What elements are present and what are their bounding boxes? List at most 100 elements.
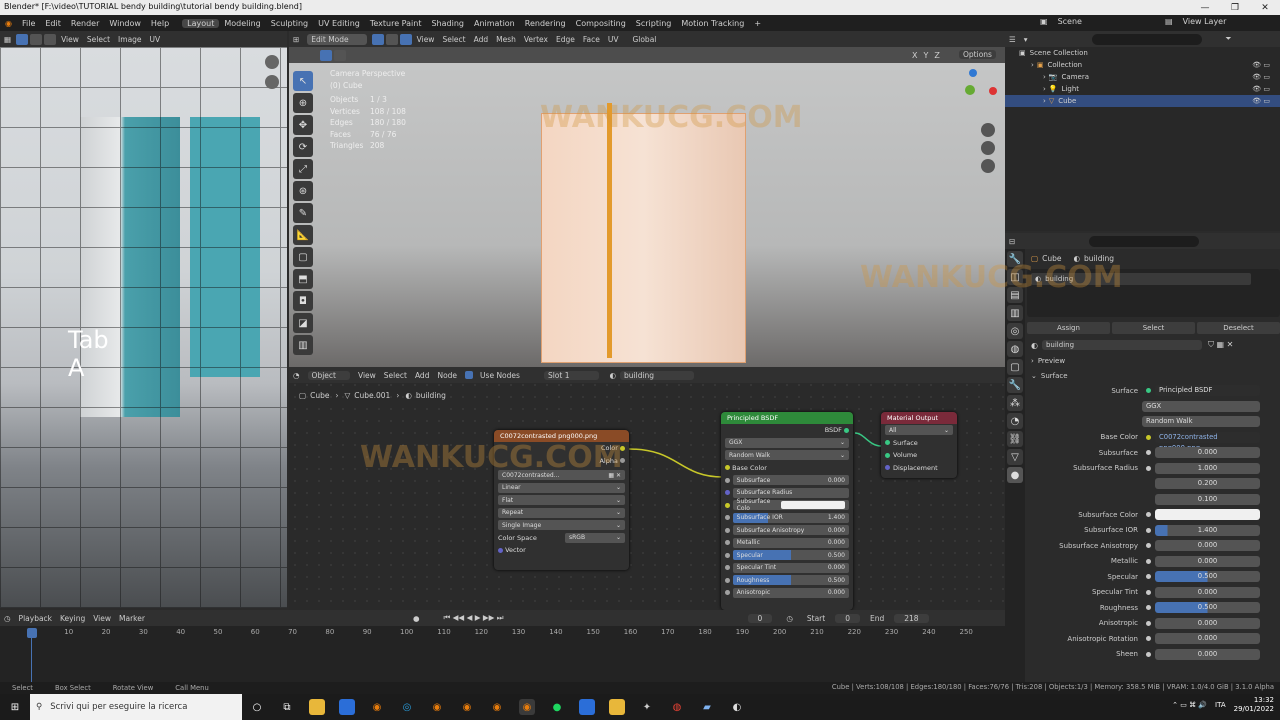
property-value-field[interactable]: 1.000 (1155, 462, 1260, 474)
fake-user-icon[interactable]: ⛉ ▦ ✕ (1208, 340, 1233, 350)
base-color-texture-link[interactable]: C0072contrasted png000.png (1155, 431, 1260, 452)
material-browse-icon[interactable]: ◐ (1031, 341, 1038, 350)
clock[interactable]: 13:32 29/01/2022 (1234, 696, 1274, 714)
viewport-menu-mesh[interactable]: Mesh (492, 35, 520, 44)
property-value-field[interactable]: 0.000 (1155, 617, 1260, 629)
expand-arrow-icon[interactable]: › (1043, 73, 1046, 81)
edge-select-icon[interactable] (385, 33, 398, 45)
playback-controls[interactable]: ⏮ ◀◀ ◀ ▶ ▶▶ ⏭ (440, 613, 508, 623)
material-name-field[interactable]: building (1041, 340, 1202, 350)
uv-select-mode-icon[interactable] (16, 33, 29, 45)
minimize-icon[interactable]: — (1190, 0, 1220, 15)
property-value-field[interactable]: 0.500 (1155, 571, 1260, 583)
property-value-field[interactable]: 1.400 (1155, 524, 1260, 536)
bsdf-field[interactable]: Subsurface Anisotropy 0.000 (732, 525, 849, 536)
material-slot-item[interactable]: ◐ building (1031, 273, 1251, 285)
target-dropdown[interactable]: All ⌄ (885, 425, 953, 436)
bevel-tool-icon[interactable]: ◪ (293, 313, 313, 333)
hand-pan-icon[interactable] (981, 141, 995, 155)
uv-image-editor[interactable]: ▦ View Select Image UV (0, 31, 287, 608)
select-box-icon[interactable] (320, 49, 332, 61)
record-icon[interactable]: ● (409, 614, 424, 623)
workspace-tab-shading[interactable]: Shading (426, 19, 469, 28)
x-axis-icon[interactable] (989, 87, 997, 95)
tray-icons[interactable]: ⌃ ▭ ⌘ 🔊 (1172, 701, 1207, 709)
outliner-item-camera[interactable]: › 📷 Camera 👁 ▭ (1005, 71, 1280, 83)
cube-mesh[interactable] (541, 113, 746, 363)
edit-mode-dropdown[interactable]: Edit Mode (307, 33, 367, 45)
principled-bsdf-node[interactable]: Principled BSDF BSDF GGX ⌄ Random Walk ⌄ B… (721, 412, 853, 610)
transform-tool-icon[interactable]: ⊛ (293, 181, 313, 201)
filter-icon[interactable]: ⏷ (1222, 34, 1236, 44)
scene-collection-row[interactable]: ▣ Scene Collection (1005, 47, 1280, 59)
distribution-dropdown[interactable]: GGX ⌄ (725, 437, 849, 448)
bsdf-field[interactable]: Anisotropic 0.000 (732, 587, 849, 598)
workspace-tab-texture-paint[interactable]: Texture Paint (365, 19, 427, 28)
orientation-dropdown[interactable]: Global (628, 35, 660, 44)
timeline[interactable]: ◷ Playback Keying View Marker ● ⏮ ◀◀ ◀ ▶ ▶▶… (0, 610, 1005, 682)
scale-tool-icon[interactable]: ⤢ (293, 159, 313, 179)
viewport-menu-view[interactable]: View (413, 35, 439, 44)
expand-arrow-icon[interactable]: › (1043, 97, 1046, 105)
interpolation-dropdown[interactable]: Linear ⌄ (498, 482, 625, 493)
input-socket[interactable] (725, 477, 730, 483)
surface-panel[interactable]: ⌄ Surface (1027, 369, 1280, 383)
workspace-tab-uv-editing[interactable]: UV Editing (313, 19, 365, 28)
editor-type-icon[interactable]: ▦ (0, 35, 15, 44)
workspace-tab-animation[interactable]: Animation (469, 19, 520, 28)
input-socket[interactable] (725, 527, 730, 533)
notes-icon[interactable]: ▰ (699, 699, 715, 715)
bsdf-field[interactable]: Subsurface Radius (732, 487, 849, 498)
sss-method-dropdown[interactable]: Random Walk (1142, 416, 1260, 428)
menu-file[interactable]: File (17, 19, 40, 28)
image-menu-view[interactable]: View (57, 35, 83, 44)
steam-icon[interactable]: ◐ (729, 699, 745, 715)
visibility-eye-icon[interactable]: 👁 ▭ (1252, 85, 1270, 93)
task-view-icon[interactable]: ⧉ (279, 699, 295, 715)
outliner-item-collection[interactable]: › ▣ Collection 👁 ▭ (1005, 59, 1280, 71)
particles-tab-icon[interactable]: ⁂ (1007, 395, 1023, 411)
sync-icon[interactable] (30, 33, 43, 45)
alpha-socket[interactable] (620, 458, 625, 464)
close-icon[interactable]: ✕ (1250, 0, 1280, 15)
property-value-field[interactable]: 0.100 (1155, 493, 1260, 505)
bsdf-field[interactable]: Metallic 0.000 (732, 537, 849, 548)
viewport-options[interactable]: Options (959, 50, 996, 59)
blender-logo-icon[interactable]: ◉ (0, 19, 17, 28)
assign-button[interactable]: Assign (1027, 322, 1110, 334)
language-indicator[interactable]: ITA (1215, 701, 1226, 709)
select-extend-icon[interactable] (334, 49, 346, 61)
workspace-tab-rendering[interactable]: Rendering (520, 19, 571, 28)
preview-panel[interactable]: › Preview (1027, 353, 1280, 369)
mirror-axis-z[interactable]: Z (931, 51, 942, 60)
input-socket[interactable] (725, 590, 730, 596)
property-value-field[interactable]: 0.500 (1155, 602, 1260, 614)
viewport-menu-face[interactable]: Face (579, 35, 604, 44)
output-input-socket[interactable] (885, 440, 890, 446)
bsdf-socket[interactable] (844, 427, 849, 433)
material-slot-list[interactable]: ◐ building (1027, 269, 1280, 317)
workspace-tab-motion-tracking[interactable]: Motion Tracking (676, 19, 749, 28)
property-value-field[interactable]: 0.000 (1155, 633, 1260, 645)
blender-icon[interactable]: ◉ (489, 699, 505, 715)
mirror-axis-x[interactable]: X (909, 51, 920, 60)
world-tab-icon[interactable]: ◍ (1007, 341, 1023, 357)
bsdf-field[interactable]: Specular Tint 0.000 (732, 562, 849, 573)
image-menu-select[interactable]: Select (83, 35, 114, 44)
measure-tool-icon[interactable]: 📐 (293, 225, 313, 245)
navigation-gizmo[interactable] (949, 69, 999, 119)
workspace-tab-layout[interactable]: Layout (182, 18, 220, 28)
property-value-field[interactable]: 0.000 (1155, 586, 1260, 598)
workspace-tab-sculpting[interactable]: Sculpting (266, 19, 313, 28)
loop-cut-tool-icon[interactable]: ▥ (293, 335, 313, 355)
extension-dropdown[interactable]: Repeat ⌄ (498, 507, 625, 518)
properties-editor[interactable]: ⊟ 🔧 ◫ ▤ ▥ ◎ ◍ ▢ 🔧 ⁂ ◔ ⛓ ▽ ● ▢ Cube ◐ build… (1005, 233, 1280, 683)
image-browse-icon[interactable]: ▦ ✕ (608, 472, 621, 479)
property-value-field[interactable] (1155, 509, 1260, 521)
face-select-icon[interactable] (399, 33, 412, 45)
vertex-select-icon[interactable] (371, 33, 384, 45)
calendar-icon[interactable] (339, 699, 355, 715)
chrome-icon[interactable]: ◍ (669, 699, 685, 715)
rotate-tool-icon[interactable]: ⟳ (293, 137, 313, 157)
tool-tab-icon[interactable]: 🔧 (1007, 251, 1023, 267)
